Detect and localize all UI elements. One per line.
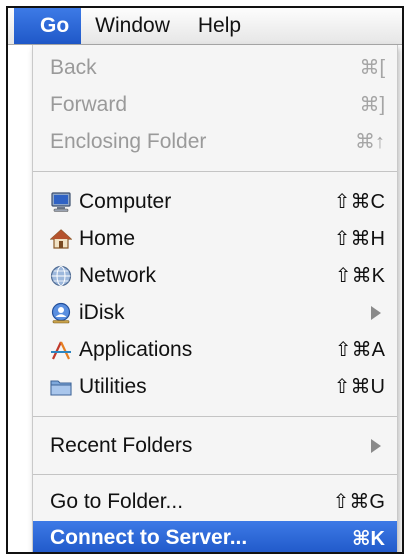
screenshot-frame: Go Window Help Back ⌘[ Forward ⌘] Enclos… [6,6,404,554]
menu-item-shortcut: ⌘↑ [355,131,385,153]
menu-item-shortcut: ⇧⌘G [332,491,385,513]
menu-item-label: Computer [79,189,172,213]
menu-item-recent-folders[interactable]: Recent Folders [33,427,397,464]
menu-item-label: Back [50,55,97,79]
menu-item-label: Enclosing Folder [50,129,207,153]
menu-item-shortcut: ⇧⌘K [334,265,385,287]
menu-separator [33,171,397,172]
menu-window[interactable]: Window [81,8,184,44]
menu-bar: Go Window Help [8,8,402,45]
menu-item-label: Forward [50,92,128,116]
menu-separator [33,416,397,417]
menu-item-go-to-folder[interactable]: Go to Folder... ⇧⌘G [33,483,397,520]
idisk-icon [50,302,72,324]
menu-item-label: Recent Folders [50,433,193,457]
home-icon [49,228,73,250]
submenu-arrow-icon [371,439,381,453]
menu-item-forward: Forward ⌘] [33,86,397,123]
menu-item-label: Utilities [79,374,147,398]
menu-item-utilities[interactable]: Utilities ⇧⌘U [33,368,397,405]
menu-item-shortcut: ⌘K [352,527,385,550]
menu-item-applications[interactable]: Applications ⇧⌘A [33,331,397,368]
menu-item-shortcut: ⇧⌘C [333,191,385,213]
menu-item-label: Applications [79,337,193,361]
network-icon [50,265,72,287]
menu-item-label: Home [79,226,136,250]
applications-icon [50,339,72,361]
menu-item-label: Connect to Server... [50,526,248,549]
menu-item-shortcut: ⇧⌘H [333,228,385,250]
menu-item-shortcut: ⌘[ [359,57,385,79]
menu-item-connect-to-server[interactable]: Connect to Server... ⌘K [33,521,397,552]
utilities-folder-icon [50,376,72,398]
menu-item-shortcut: ⇧⌘U [333,376,385,398]
menu-item-label: Network [79,263,157,287]
menu-separator [33,474,397,475]
menu-item-network[interactable]: Network ⇧⌘K [33,257,397,294]
computer-icon [50,191,72,213]
menu-item-idisk[interactable]: iDisk [33,294,397,331]
menu-item-shortcut: ⌘] [359,94,385,116]
submenu-arrow-icon [371,306,381,320]
menu-item-shortcut: ⇧⌘A [334,339,385,361]
go-menu-dropdown: Back ⌘[ Forward ⌘] Enclosing Folder ⌘↑ C… [32,45,398,552]
menu-item-enclosing-folder: Enclosing Folder ⌘↑ [33,123,397,160]
menu-item-back: Back ⌘[ [33,49,397,86]
menu-item-label: Go to Folder... [50,489,184,513]
menu-item-label: iDisk [79,300,125,324]
menu-item-computer[interactable]: Computer ⇧⌘C [33,183,397,220]
menu-help[interactable]: Help [184,8,255,44]
menu-item-home[interactable]: Home ⇧⌘H [33,220,397,257]
menu-go[interactable]: Go [14,8,82,44]
